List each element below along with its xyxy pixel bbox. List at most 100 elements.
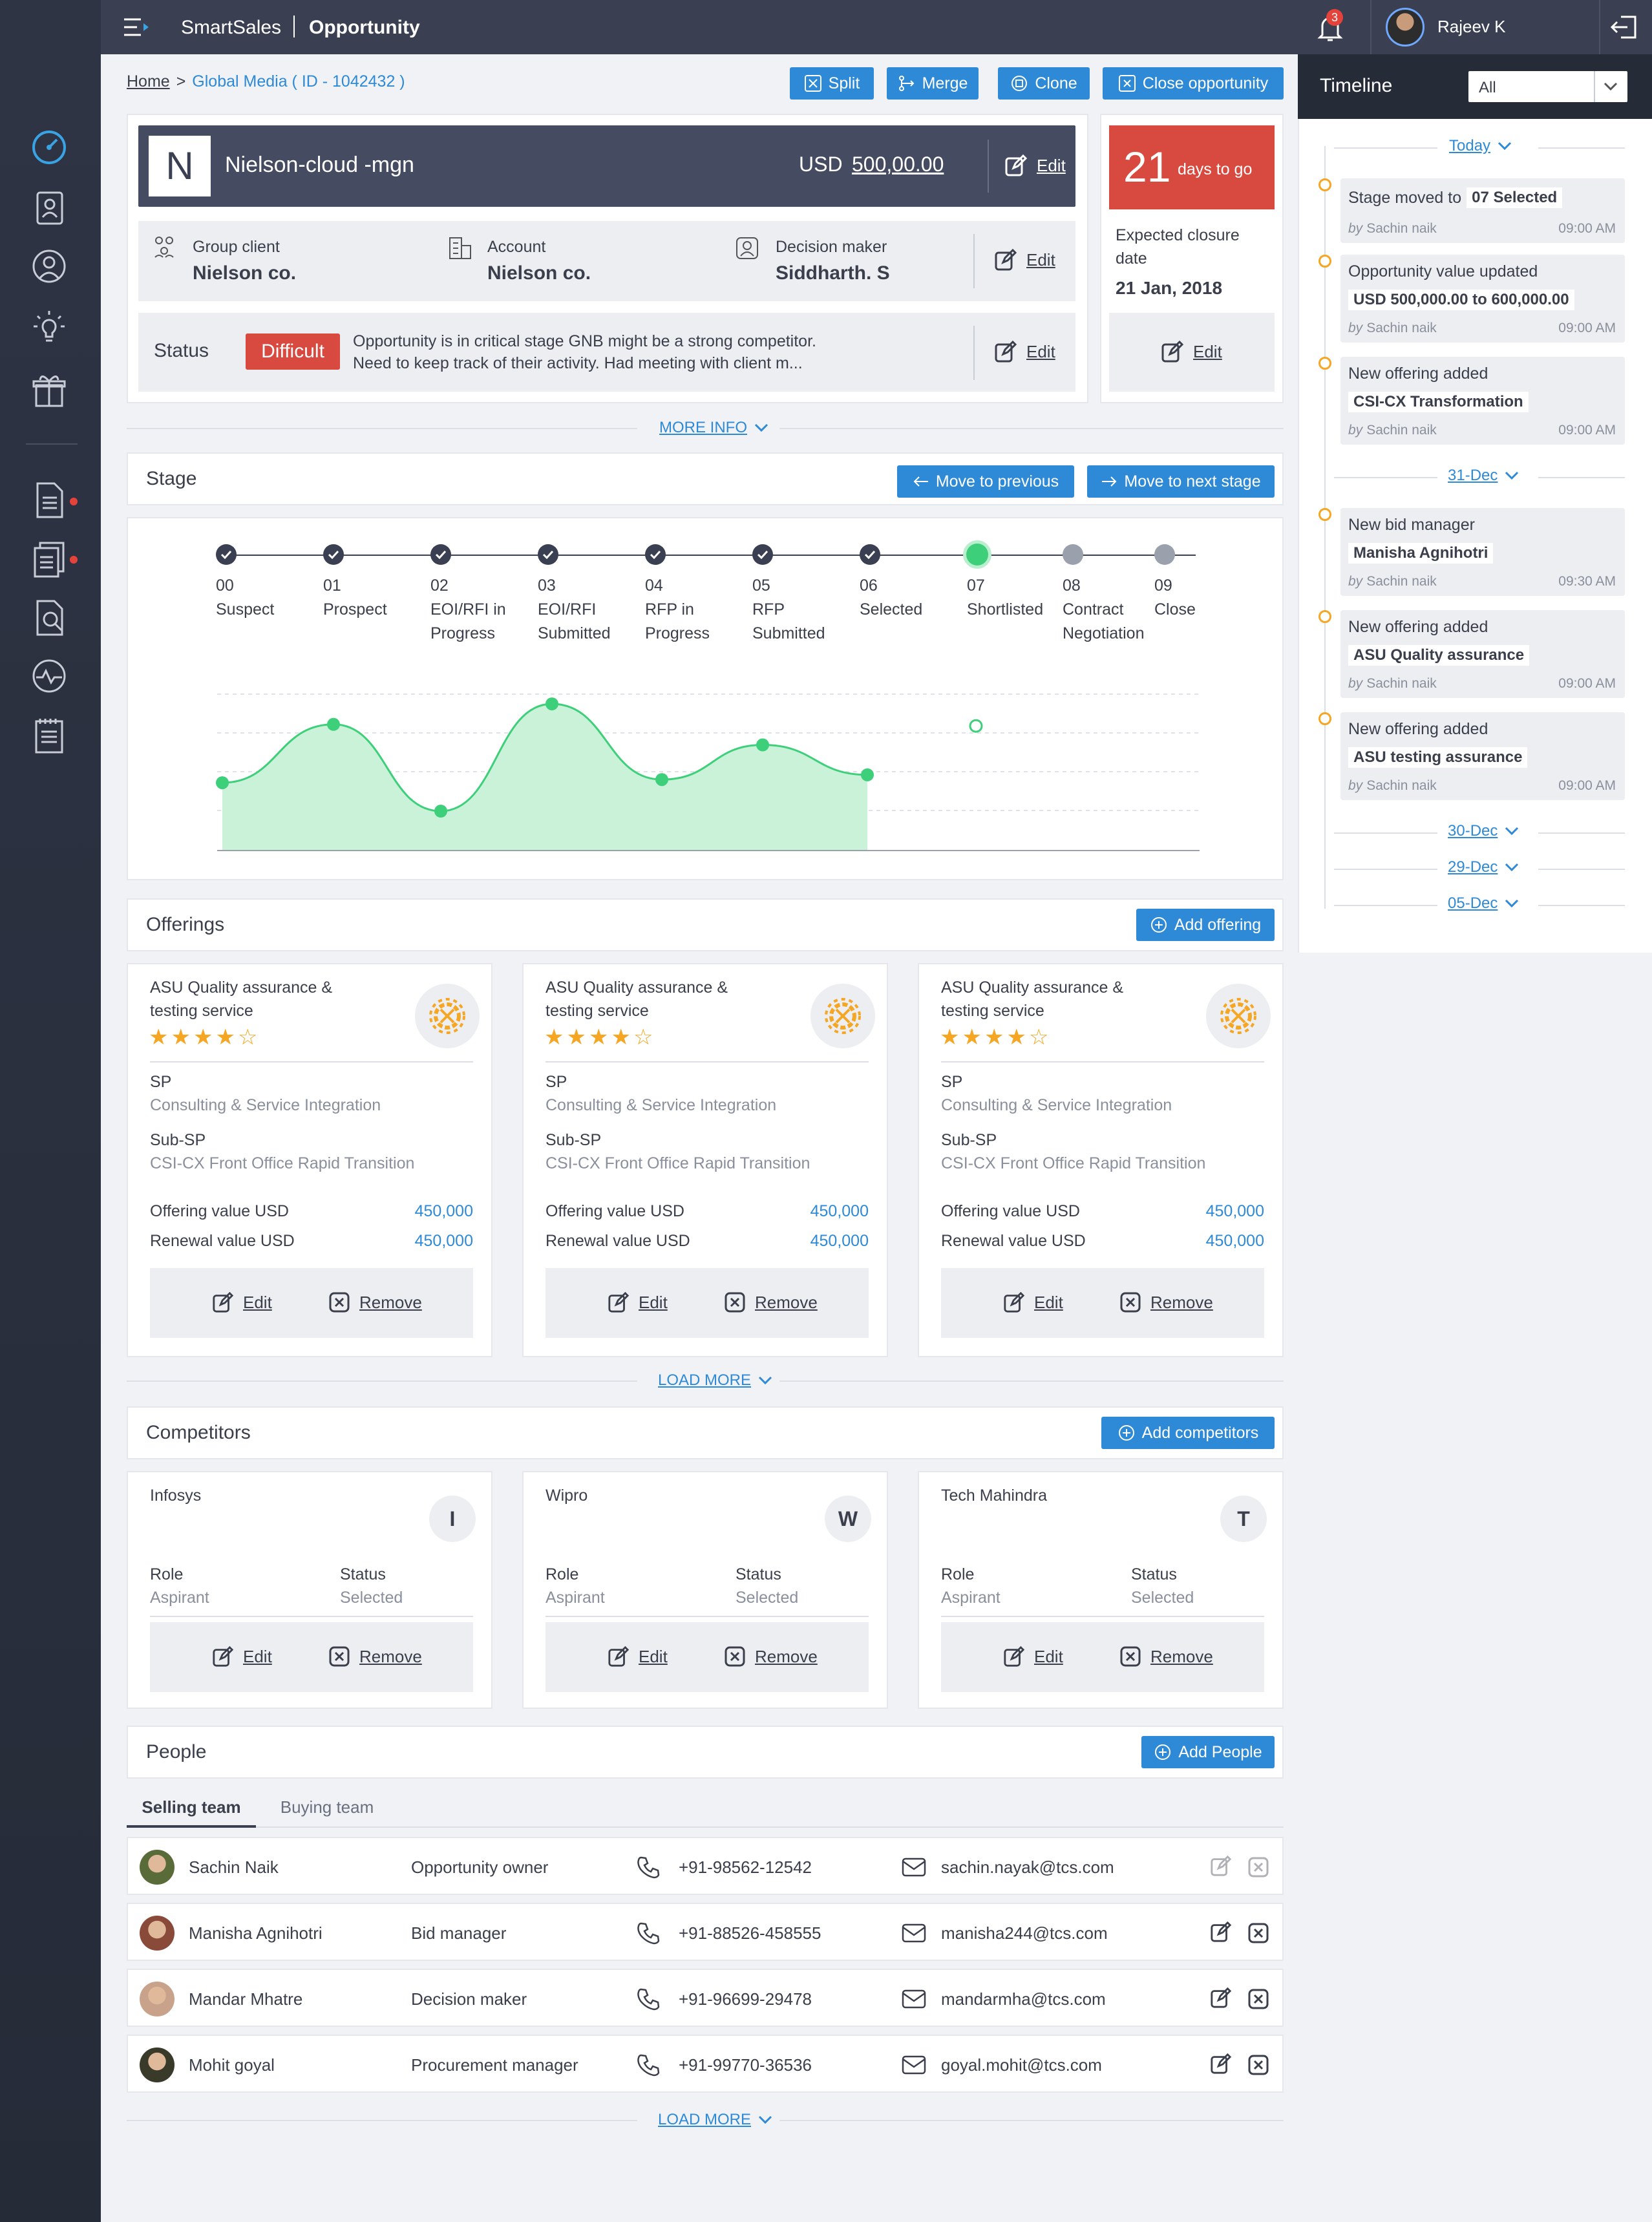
- competitor-edit-link[interactable]: Edit: [608, 1645, 668, 1667]
- opportunity-value[interactable]: 500,00.00: [852, 153, 944, 176]
- person-edit-button[interactable]: [1210, 2053, 1232, 2075]
- expected-closure-date: 21 Jan, 2018: [1116, 278, 1223, 298]
- person-phone[interactable]: +91-98562-12542: [679, 1857, 812, 1878]
- person-email[interactable]: manisha244@tcs.com: [941, 1923, 1108, 1943]
- edit-closure-link[interactable]: Edit: [1161, 340, 1222, 363]
- person-edit-button[interactable]: [1210, 1921, 1232, 1943]
- stage-step-done-dot[interactable]: [538, 544, 558, 565]
- timeline-date-link[interactable]: 31-Dec: [1448, 467, 1520, 485]
- competitor-initial-avatar: W: [825, 1496, 871, 1542]
- competitor-edit-link[interactable]: Edit: [212, 1645, 272, 1667]
- idea-bulb-icon[interactable]: [28, 307, 70, 348]
- person-phone[interactable]: +91-96699-29478: [679, 1989, 812, 2009]
- star-empty-icon: ☆: [1028, 1025, 1049, 1050]
- offering-edit-link[interactable]: Edit: [1003, 1291, 1063, 1313]
- person-edit-button[interactable]: [1210, 1987, 1232, 2009]
- stage-step-pending-dot[interactable]: [1063, 544, 1083, 565]
- stage-step-done-dot[interactable]: [752, 544, 773, 565]
- breadcrumb-home[interactable]: Home: [127, 72, 170, 91]
- more-info-rule-left: [127, 428, 637, 429]
- competitor-role-label: Role: [941, 1565, 975, 1583]
- stage-step-done-dot[interactable]: [430, 544, 451, 565]
- split-button[interactable]: Split: [790, 67, 874, 100]
- person-remove-button[interactable]: [1247, 2054, 1269, 2076]
- stage-step-done-dot[interactable]: [645, 544, 666, 565]
- offering-remove-link[interactable]: Remove: [328, 1291, 422, 1313]
- add-competitors-button[interactable]: Add competitors: [1101, 1417, 1275, 1449]
- user-icon[interactable]: [28, 246, 70, 287]
- remove-icon: [1248, 1857, 1269, 1878]
- person-remove-button[interactable]: [1247, 1922, 1269, 1944]
- logout-icon[interactable]: [1609, 14, 1638, 40]
- person-phone[interactable]: +91-99770-36536: [679, 2055, 812, 2075]
- timeline-date-label: Today: [1449, 137, 1491, 154]
- add-offering-button[interactable]: Add offering: [1136, 909, 1275, 941]
- person-remove-button[interactable]: [1247, 1988, 1269, 2010]
- stage-step-done-dot[interactable]: [860, 544, 880, 565]
- stage-step-name-1: EOI/RFI: [538, 600, 597, 619]
- edit-client-info-link[interactable]: Edit: [994, 248, 1055, 271]
- timeline-filter-select[interactable]: All: [1468, 71, 1627, 102]
- stage-step-number: 05: [752, 577, 770, 595]
- tab-selling-team[interactable]: Selling team: [127, 1790, 256, 1828]
- competitor-role-value: Aspirant: [545, 1589, 605, 1607]
- notes-icon[interactable]: [28, 715, 70, 756]
- move-to-next-button[interactable]: Move to next stage: [1087, 465, 1275, 498]
- competitor-remove-link[interactable]: Remove: [1119, 1645, 1213, 1667]
- offering-remove-link[interactable]: Remove: [1119, 1291, 1213, 1313]
- stage-step-done-dot[interactable]: [216, 544, 237, 565]
- offering-remove-link[interactable]: Remove: [724, 1291, 818, 1313]
- edit-status-link[interactable]: Edit: [994, 340, 1055, 363]
- offering-edit-link[interactable]: Edit: [608, 1291, 668, 1313]
- days-number: 21: [1123, 143, 1171, 191]
- renewal-value-label: Renewal value USD: [941, 1232, 1086, 1250]
- edit-value-link[interactable]: Edit: [1004, 154, 1066, 177]
- stage-step-done-dot[interactable]: [323, 544, 344, 565]
- clone-button[interactable]: Clone: [998, 67, 1090, 100]
- move-to-previous-button[interactable]: Move to previous: [897, 465, 1074, 498]
- person-phone[interactable]: +91-88526-458555: [679, 1923, 821, 1943]
- reports-icon[interactable]: [28, 539, 70, 580]
- analytics-search-icon[interactable]: [28, 597, 70, 639]
- competitor-remove-link[interactable]: Remove: [328, 1645, 422, 1667]
- add-people-button[interactable]: Add People: [1141, 1736, 1275, 1768]
- timeline-entry: New bid manager Manisha Agnihotri by Sachin…: [1340, 508, 1625, 596]
- timeline-date-link[interactable]: 29-Dec: [1448, 858, 1520, 876]
- activity-icon[interactable]: [28, 655, 70, 697]
- person-remove-button[interactable]: [1247, 1856, 1269, 1878]
- chevron-down-icon: [1504, 898, 1520, 909]
- remove-icon: [1248, 2055, 1269, 2075]
- load-more-people-link[interactable]: LOAD MORE: [658, 2111, 773, 2129]
- person-email[interactable]: goyal.mohit@tcs.com: [941, 2055, 1102, 2075]
- person-edit-button[interactable]: [1210, 1855, 1232, 1877]
- competitor-edit-link[interactable]: Edit: [1003, 1645, 1063, 1667]
- timeline-date-link[interactable]: 30-Dec: [1448, 822, 1520, 840]
- stage-step-current-dot[interactable]: [963, 540, 991, 569]
- timeline-date-link[interactable]: 05-Dec: [1448, 894, 1520, 913]
- gift-icon[interactable]: [28, 370, 70, 411]
- competitor-initial-avatar: T: [1220, 1496, 1267, 1542]
- tab-buying-team[interactable]: Buying team: [269, 1790, 385, 1828]
- load-more-offerings-link[interactable]: LOAD MORE: [658, 1371, 773, 1390]
- document-icon[interactable]: [28, 480, 70, 521]
- timeline-by: by: [1348, 321, 1363, 335]
- more-info-link[interactable]: MORE INFO: [659, 419, 769, 437]
- close-opportunity-button[interactable]: Close opportunity: [1103, 67, 1284, 100]
- merge-button[interactable]: Merge: [887, 67, 979, 100]
- stage-stepper: 00 Suspect 01 Prospect 02 EOI/RFI in Progress 0…: [128, 518, 1285, 654]
- competitor-remove-link[interactable]: Remove: [724, 1645, 818, 1667]
- timeline-author: Sachin naik: [1366, 321, 1437, 335]
- stage-step-pending-dot[interactable]: [1154, 544, 1175, 565]
- timeline-title: Timeline: [1320, 75, 1393, 96]
- dashboard-icon[interactable]: [28, 127, 70, 168]
- contacts-icon[interactable]: [28, 187, 70, 229]
- person-email[interactable]: sachin.nayak@tcs.com: [941, 1857, 1114, 1878]
- timeline-author: Sachin naik: [1366, 778, 1437, 793]
- timeline-entry-text: Opportunity value updated: [1348, 262, 1538, 280]
- close-opportunity-label: Close opportunity: [1142, 74, 1269, 92]
- person-email[interactable]: mandarmha@tcs.com: [941, 1989, 1106, 2009]
- offering-edit-link[interactable]: Edit: [212, 1291, 272, 1313]
- menu-toggle-icon[interactable]: [123, 17, 151, 37]
- timeline-date-link[interactable]: Today: [1449, 137, 1512, 155]
- plus-circle-icon: [1118, 1425, 1134, 1441]
